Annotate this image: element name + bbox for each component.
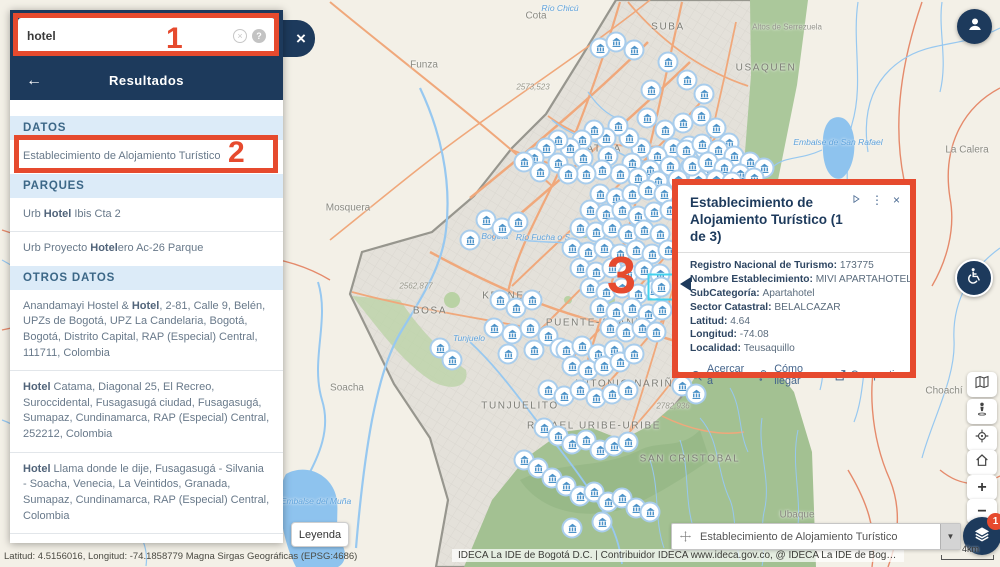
hotel-marker[interactable]: [610, 164, 631, 185]
popup-divider: [678, 252, 910, 253]
result-item[interactable]: Urb Hotel Ibis Cta 2: [10, 198, 283, 232]
popup-anchor-arrow: [680, 277, 691, 291]
legend-button[interactable]: Leyenda: [291, 522, 349, 547]
hotel-marker[interactable]: [562, 518, 583, 539]
popup-dock-icon[interactable]: [851, 194, 861, 206]
clear-search-icon[interactable]: ×: [233, 29, 247, 43]
hotel-marker[interactable]: [694, 84, 715, 105]
results-section-header: PARQUES: [10, 174, 283, 198]
hotel-marker[interactable]: [576, 164, 597, 185]
hotel-marker[interactable]: [624, 40, 645, 61]
hotel-marker[interactable]: [658, 52, 679, 73]
hotel-marker[interactable]: [524, 340, 545, 361]
hotel-marker[interactable]: [514, 152, 535, 173]
popup-close-icon[interactable]: ×: [893, 194, 900, 206]
result-item[interactable]: Hotel Los Molinos, Avenida Calle 51 Sur,…: [10, 533, 283, 543]
hotel-marker[interactable]: [640, 502, 661, 523]
home-icon: [974, 452, 990, 473]
account-button[interactable]: [957, 9, 992, 44]
scale-label: 4km: [962, 544, 979, 554]
results-title: Resultados: [109, 73, 184, 88]
results-list: DATOSEstablecimiento de Alojamiento Turí…: [10, 100, 283, 543]
result-item[interactable]: Hotel Catama, Diagonal 25, El Recreo, Su…: [10, 370, 283, 451]
popup-action-zoom-in[interactable]: Acercar a: [690, 363, 744, 387]
map-icon: [974, 374, 990, 395]
dropdown-arrow-button[interactable]: ▼: [940, 524, 960, 549]
streetview-button[interactable]: [967, 399, 997, 424]
result-item[interactable]: Hotel Llama donde le dije, Fusagasugá - …: [10, 452, 283, 533]
home-button[interactable]: [967, 450, 997, 475]
locate-button[interactable]: [967, 426, 997, 451]
back-arrow-icon[interactable]: ←: [26, 72, 42, 90]
results-header: ← Resultados: [10, 61, 283, 100]
basemap-button[interactable]: [967, 372, 997, 397]
active-layer-label: Establecimiento de Alojamiento Turístico: [700, 531, 940, 543]
hotel-marker[interactable]: [592, 512, 613, 533]
result-item[interactable]: Anandamayi Hostel & Hotel, 2-81, Calle 9…: [10, 290, 283, 370]
zoom-in-button[interactable]: +: [967, 475, 997, 500]
hotel-marker[interactable]: [460, 230, 481, 251]
hotel-marker[interactable]: [641, 80, 662, 101]
popup-field: Sector Catastral: BELALCAZAR: [690, 301, 898, 315]
results-section-header: OTROS DATOS: [10, 266, 283, 290]
zoom-in-icon: [690, 369, 703, 382]
popup-field: SubCategoría: Apartahotel: [690, 287, 898, 301]
active-layer-dropdown[interactable]: Establecimiento de Alojamiento Turístico…: [671, 523, 961, 550]
popup-action-share[interactable]: Compartir: [834, 369, 898, 382]
popup-field: Nombre Establecimiento: MIVI APARTAHOTEL: [690, 273, 898, 287]
hotel-marker[interactable]: [508, 212, 529, 233]
popup-action-route[interactable]: Cómo llegar: [757, 363, 820, 387]
popup-field: Latitud: 4.64: [690, 315, 898, 329]
wheelchair-icon: [964, 266, 984, 291]
hotel-marker[interactable]: [658, 240, 679, 261]
popup-title: Establecimiento de Alojamiento Turístico…: [690, 194, 858, 245]
scale-bar: [941, 555, 994, 560]
share-icon: [834, 369, 847, 382]
result-item[interactable]: Urb Proyecto Hotelero Ac-26 Parque: [10, 231, 283, 266]
hotel-marker[interactable]: [652, 300, 673, 321]
hotel-marker[interactable]: [498, 344, 519, 365]
popup-field: Longitud: -74.08: [690, 328, 898, 342]
pegman-icon: [974, 401, 990, 422]
popup-field: Registro Nacional de Turismo: 173775: [690, 259, 898, 273]
panel-close-button[interactable]: ×: [281, 20, 315, 57]
search-box[interactable]: × ?: [18, 18, 275, 53]
hotel-marker[interactable]: [522, 290, 543, 311]
popup-actions: Acercar a Cómo llegar Compartir: [690, 363, 898, 387]
hotel-marker[interactable]: [646, 322, 667, 343]
results-section-header: DATOS: [10, 116, 283, 140]
popup-field: Localidad: Teusaquillo: [690, 342, 898, 356]
user-icon: [965, 14, 985, 39]
help-icon[interactable]: ?: [252, 29, 266, 43]
hotel-marker[interactable]: [442, 350, 463, 371]
result-item[interactable]: Establecimiento de Alojamiento Turístico: [10, 140, 283, 174]
hotel-marker[interactable]: [624, 344, 645, 365]
layers-badge: 1: [987, 513, 1000, 530]
pan-crosshair-icon: [679, 530, 692, 543]
map-viewport[interactable]: SUBAUSAQUENENGATIVABARRIOS UNIDOSKENNEDY…: [0, 0, 1000, 567]
locate-icon: [974, 428, 990, 449]
search-input[interactable]: [27, 29, 228, 43]
popup-fields: Registro Nacional de Turismo: 173775Nomb…: [690, 259, 898, 356]
search-panel: × ? ← Resultados DATOSEstablecimiento de…: [10, 10, 283, 543]
map-attribution: IDECA La IDE de Bogotá D.C. | Contribuid…: [452, 549, 904, 562]
accessibility-button[interactable]: [955, 259, 993, 297]
route-icon: [757, 369, 770, 382]
selected-feature-highlight: [648, 274, 675, 301]
hotel-marker[interactable]: [618, 380, 639, 401]
hotel-marker[interactable]: [618, 432, 639, 453]
popup-menu-icon[interactable]: ⋮: [871, 194, 883, 206]
coordinates-status: Latitud: 4.5156016, Longitud: -74.185877…: [4, 551, 357, 562]
hotel-marker[interactable]: [558, 164, 579, 185]
feature-popup: ⋮ × Establecimiento de Alojamiento Turís…: [678, 185, 910, 372]
